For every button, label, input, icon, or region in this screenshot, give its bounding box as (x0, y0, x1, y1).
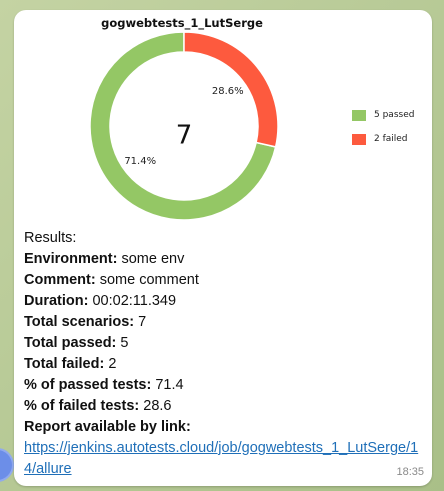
report-label: Report available by link: (24, 419, 191, 435)
legend-item-passed: 5 passed (352, 106, 414, 124)
legend-swatch-failed (352, 133, 366, 145)
total-failed-label: Total failed: (24, 356, 105, 372)
percent-failed-value: 28.6 (143, 398, 172, 414)
total-passed-line: Total passed: 5 (24, 333, 424, 354)
total-scenarios-label: Total scenarios: (24, 314, 135, 330)
message-text: Results: Environment: some env Comment: … (24, 228, 424, 480)
comment-line: Comment: some comment (24, 270, 424, 291)
total-passed-value: 5 (120, 335, 129, 351)
percent-failed-line: % of failed tests: 28.6 (24, 396, 424, 417)
total-failed-value: 2 (108, 356, 117, 372)
message-time: 18:35 (396, 466, 424, 478)
environment-line: Environment: some env (24, 249, 424, 270)
chart-center-value: 7 (176, 121, 193, 151)
report-chart[interactable]: gogwebtests_1_LutSerge 71.4% 28.6% 7 5 pa… (14, 10, 432, 220)
legend-swatch-passed (352, 109, 366, 121)
message-bubble: gogwebtests_1_LutSerge 71.4% 28.6% 7 5 pa… (14, 10, 432, 486)
total-scenarios-value: 7 (138, 314, 147, 330)
percent-failed-label: % of failed tests: (24, 398, 140, 414)
environment-value: some env (121, 251, 185, 267)
total-passed-label: Total passed: (24, 335, 117, 351)
comment-value: some comment (99, 272, 199, 288)
results-heading: Results: (24, 230, 77, 246)
total-scenarios-line: Total scenarios: 7 (24, 312, 424, 333)
legend-label-failed: 2 failed (374, 134, 408, 144)
duration-line: Duration: 00:02:11.349 (24, 291, 424, 312)
legend-label-passed: 5 passed (374, 110, 415, 120)
duration-value: 00:02:11.349 (92, 293, 177, 309)
percent-passed-line: % of passed tests: 71.4 (24, 375, 424, 396)
report-link[interactable]: https://jenkins.autotests.cloud/job/gogw… (24, 440, 418, 477)
slice-label-passed: 71.4% (124, 156, 156, 167)
slice-label-failed: 28.6% (212, 86, 244, 97)
chart-legend: 5 passed 2 failed (352, 106, 414, 154)
environment-label: Environment: (24, 251, 118, 267)
percent-passed-label: % of passed tests: (24, 377, 152, 393)
percent-passed-value: 71.4 (155, 377, 184, 393)
duration-label: Duration: (24, 293, 89, 309)
legend-item-failed: 2 failed (352, 130, 414, 148)
comment-label: Comment: (24, 272, 96, 288)
total-failed-line: Total failed: 2 (24, 354, 424, 375)
